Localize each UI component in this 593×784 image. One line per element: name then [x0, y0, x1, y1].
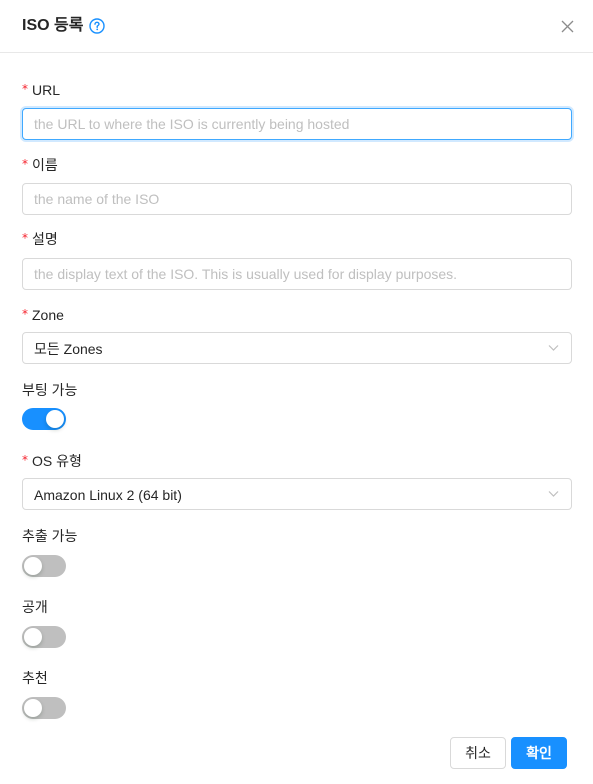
url-label: * URL — [22, 81, 60, 100]
public-toggle[interactable] — [22, 626, 66, 648]
toggle-knob — [24, 557, 42, 575]
os-type-label: * OS 유형 — [22, 452, 82, 471]
zone-select[interactable]: 모든 Zones — [22, 332, 572, 364]
required-mark: * — [22, 453, 28, 467]
description-input[interactable] — [22, 258, 572, 290]
required-mark: * — [22, 82, 28, 96]
url-input[interactable] — [22, 108, 572, 140]
dialog-title: ISO 등록 — [22, 17, 84, 34]
toggle-knob — [46, 410, 64, 428]
description-label: * 설명 — [22, 230, 58, 249]
name-label: * 이름 — [22, 156, 58, 175]
close-icon[interactable] — [561, 20, 574, 33]
os-type-label-text: OS 유형 — [32, 453, 82, 469]
required-mark: * — [22, 231, 28, 245]
name-input[interactable] — [22, 183, 572, 215]
cancel-button[interactable]: 취소 — [450, 737, 506, 769]
zone-select-value: 모든 Zones — [34, 341, 103, 357]
featured-label: 추천 — [22, 670, 48, 686]
required-mark: * — [22, 307, 28, 321]
chevron-down-icon — [548, 345, 559, 351]
ok-button[interactable]: 확인 — [511, 737, 567, 769]
os-type-select-value: Amazon Linux 2 (64 bit) — [34, 487, 182, 503]
public-label: 공개 — [22, 599, 48, 615]
chevron-down-icon — [548, 491, 559, 497]
name-label-text: 이름 — [32, 157, 58, 173]
zone-label: * Zone — [22, 306, 64, 325]
description-label-text: 설명 — [32, 231, 58, 247]
bootable-label: 부팅 가능 — [22, 382, 78, 398]
os-type-select[interactable]: Amazon Linux 2 (64 bit) — [22, 478, 572, 510]
dialog-header: ISO 등록 — [0, 0, 593, 53]
bootable-toggle[interactable] — [22, 408, 66, 430]
question-circle-icon[interactable] — [89, 18, 105, 34]
featured-toggle[interactable] — [22, 697, 66, 719]
toggle-knob — [24, 628, 42, 646]
required-mark: * — [22, 157, 28, 171]
extractable-toggle[interactable] — [22, 555, 66, 577]
extractable-label: 추출 가능 — [22, 528, 78, 544]
toggle-knob — [24, 699, 42, 717]
url-label-text: URL — [32, 82, 61, 98]
zone-label-text: Zone — [32, 307, 64, 323]
